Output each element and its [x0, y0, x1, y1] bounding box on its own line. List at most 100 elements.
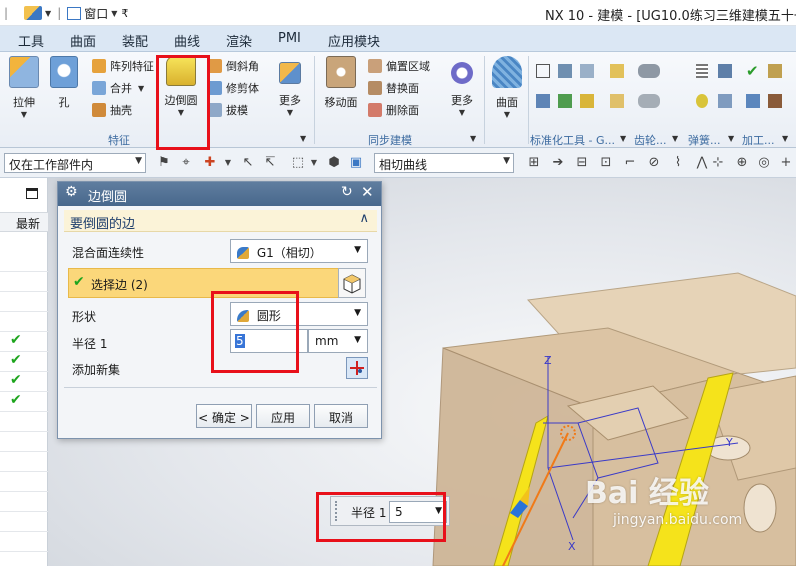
cancel-button[interactable]: 取消 — [314, 404, 368, 428]
select-edge-button[interactable] — [338, 268, 366, 298]
filter-icon[interactable]: ⚑ — [156, 155, 172, 171]
arrow-right-icon[interactable]: ➔ — [550, 155, 566, 171]
tool-icon[interactable] — [580, 94, 594, 108]
check-tool-icon[interactable]: ✔ — [746, 62, 759, 80]
replace-face-button[interactable]: 替换面 — [368, 80, 419, 96]
tab-curve[interactable]: 曲线 — [174, 31, 200, 50]
add-new-set-button[interactable] — [346, 357, 368, 379]
snap-tool-icon[interactable]: ⊘ — [646, 155, 662, 171]
navigator-row[interactable] — [0, 512, 48, 532]
maximize-icon[interactable] — [26, 188, 38, 199]
tab-render[interactable]: 渲染 — [226, 31, 252, 50]
navigator-row[interactable] — [0, 452, 48, 472]
close-icon[interactable]: ✕ — [361, 183, 374, 201]
navigator-row[interactable] — [0, 312, 48, 332]
body-select-icon[interactable]: ⬢ — [326, 155, 342, 171]
extrude-button[interactable]: 拉伸 ▼ — [4, 56, 44, 119]
tab-tools[interactable]: 工具 — [18, 31, 44, 50]
navigator-row[interactable]: ✔ — [0, 372, 48, 392]
apply-button[interactable]: 应用 — [256, 404, 310, 428]
tool-icon[interactable] — [580, 64, 594, 78]
pointer-alt-icon[interactable]: ↸ — [262, 155, 278, 171]
delete-face-button[interactable]: 删除面 — [368, 102, 419, 118]
rect-dropdown-icon[interactable]: ▼ — [306, 155, 322, 171]
tool-icon[interactable] — [638, 64, 660, 78]
unite-dropdown-icon[interactable]: ▼ — [138, 84, 144, 93]
eraser-dropdown-icon[interactable]: ▼ — [45, 9, 51, 18]
snap-tool-icon[interactable]: ⊕ — [734, 155, 750, 171]
face-dropdown-icon[interactable]: ▼ — [490, 110, 524, 119]
tool-icon[interactable] — [768, 94, 782, 108]
more-sync-button[interactable]: 更多 ▼ — [446, 62, 478, 117]
selection-scope-select[interactable]: 仅在工作部件内 ▼ — [4, 153, 146, 173]
face-button[interactable]: 曲面 ▼ — [490, 56, 524, 119]
tool-icon[interactable] — [558, 64, 572, 78]
snap-tool-icon[interactable]: ⌇ — [670, 155, 686, 171]
reset-icon[interactable]: ↻ — [341, 184, 353, 200]
navigator-row[interactable] — [0, 532, 48, 552]
snap-tool-icon[interactable]: ⊟ — [574, 155, 590, 171]
tab-pmi[interactable]: PMI — [278, 31, 301, 46]
tool-icon[interactable] — [610, 94, 624, 108]
group-machining-expand-icon[interactable]: ▼ — [782, 134, 788, 143]
tool-icon[interactable] — [718, 94, 732, 108]
navigator-row[interactable]: ✔ — [0, 332, 48, 352]
navigator-row[interactable] — [0, 432, 48, 452]
navigator-row[interactable] — [0, 272, 48, 292]
snap-tool-icon[interactable]: ⊞ — [526, 155, 542, 171]
group-gear-expand-icon[interactable]: ▼ — [672, 134, 678, 143]
move-face-button[interactable]: 移动面 — [322, 56, 360, 110]
draft-button[interactable]: 拔模 — [208, 102, 248, 118]
more-feature-button[interactable]: 更多 ▼ — [274, 62, 306, 117]
tab-application[interactable]: 应用模块 — [328, 31, 380, 50]
tab-assembly[interactable]: 装配 — [122, 31, 148, 50]
dialog-title-bar[interactable]: ⚙ 边倒圆 ↻ ✕ — [58, 182, 381, 206]
customize-qa-icon[interactable]: ₹ — [121, 7, 128, 20]
window-icon[interactable] — [67, 6, 82, 20]
navigator-row[interactable] — [0, 412, 48, 432]
tool-icon[interactable] — [558, 94, 572, 108]
tool-icon[interactable] — [768, 64, 782, 78]
gear-icon[interactable]: ⚙ — [65, 184, 78, 200]
group-feature-expand-icon[interactable]: ▼ — [300, 134, 306, 143]
snap-tool-icon[interactable]: ⊹ — [710, 155, 726, 171]
tool-icon[interactable] — [638, 94, 660, 108]
snap-point-icon[interactable]: ✚ — [202, 155, 218, 171]
snap-tool-icon[interactable]: ⋀ — [694, 155, 710, 171]
trim-body-button[interactable]: 修剪体 — [208, 80, 259, 96]
snap-tool-icon[interactable]: ⌐ — [622, 155, 638, 171]
snap-tool-icon[interactable]: + — [778, 155, 794, 171]
group-spring-expand-icon[interactable]: ▼ — [728, 134, 734, 143]
more-sync-dropdown-icon[interactable]: ▼ — [446, 108, 478, 117]
rect-select-icon[interactable]: ⬚ — [290, 155, 306, 171]
offset-region-button[interactable]: 偏置区域 — [368, 58, 430, 74]
spring-icon[interactable] — [696, 94, 708, 108]
extrude-dropdown-icon[interactable]: ▼ — [4, 110, 44, 119]
window-menu[interactable]: 窗口 — [84, 5, 108, 22]
navigator-row[interactable] — [0, 292, 48, 312]
tab-surface[interactable]: 曲面 — [70, 31, 96, 50]
navigator-row[interactable] — [0, 252, 48, 272]
tool-icon[interactable] — [536, 64, 550, 78]
radius-unit-select[interactable]: mm ▼ — [308, 329, 368, 353]
spring-icon[interactable] — [696, 64, 708, 78]
curve-rule-select[interactable]: 相切曲线 ▼ — [374, 153, 514, 173]
snap-dropdown-icon[interactable]: ▼ — [220, 155, 236, 171]
hole-button[interactable]: 孔 — [48, 56, 80, 110]
navigator-row[interactable] — [0, 472, 48, 492]
pattern-feature-button[interactable]: 阵列特征 — [92, 58, 154, 74]
tool-icon[interactable] — [536, 94, 550, 108]
solid-select-icon[interactable]: ▣ — [348, 155, 364, 171]
snap-tool-icon[interactable]: ⊡ — [598, 155, 614, 171]
navigator-row[interactable]: ✔ — [0, 392, 48, 412]
select-all-icon[interactable]: ⌖ — [178, 155, 194, 171]
group-std-expand-icon[interactable]: ▼ — [620, 134, 626, 143]
tool-icon[interactable] — [610, 64, 624, 78]
eraser-icon[interactable] — [24, 6, 43, 20]
ok-button[interactable]: < 确定 > — [196, 404, 252, 428]
shell-button[interactable]: 抽壳 — [92, 102, 132, 118]
chamfer-button[interactable]: 倒斜角 — [208, 58, 259, 74]
collapse-up-icon[interactable]: ∧ — [359, 211, 369, 226]
tool-icon[interactable] — [718, 64, 732, 78]
unite-button[interactable]: 合并 ▼ — [92, 80, 144, 96]
